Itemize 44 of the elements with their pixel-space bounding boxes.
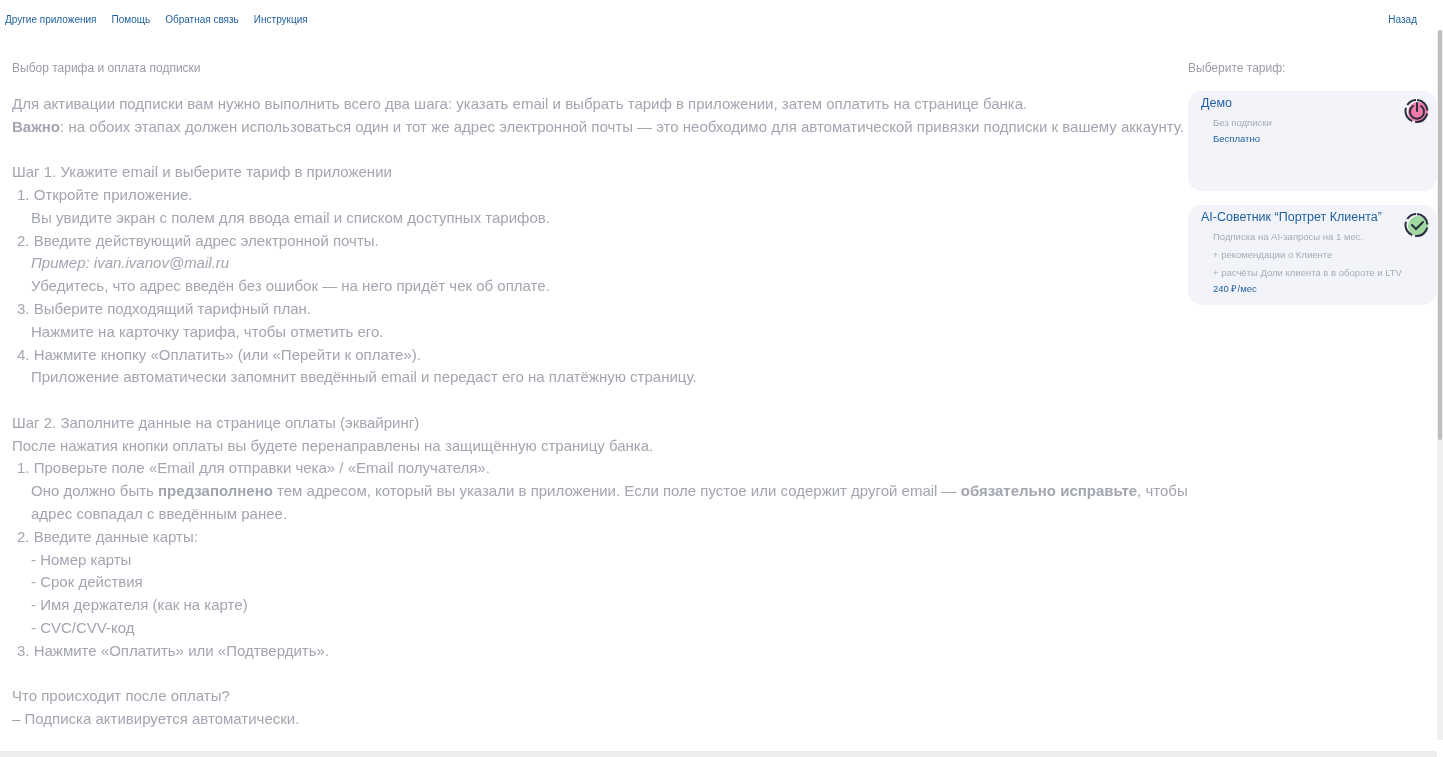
power-icon	[1403, 97, 1431, 125]
paragraph: – Подписка активируется автоматически.	[12, 708, 301, 729]
paragraph: - Срок действия	[30, 572, 144, 593]
list-item: 3. Нажмите «Оплатить» или «Подтвердить».	[16, 640, 331, 661]
paragraph: - CVC/CVV-код	[30, 617, 136, 638]
list-item: 1. Откройте приложение.	[16, 185, 194, 205]
tariff-name: Демо	[1201, 95, 1233, 111]
example-text: Пример: ivan.ivanov@mail.ru	[30, 253, 231, 274]
feature-text: + рекомендации о Клиенте	[1213, 249, 1334, 261]
nav-link[interactable]: Другие приложения	[5, 11, 97, 27]
tariff-subtitle: Подписка на AI-запросы на 1 мес.	[1212, 230, 1365, 243]
paragraph: - Номер карты	[30, 549, 133, 570]
tariff-card[interactable]: AI-Советник “Портрет Клиента” Подписка на AI-запросы на 1 мес. + рекомендации о Клиенте + расчёты Доли клиента в в обороте и LTV 240 ₽/мес	[1188, 205, 1437, 305]
back-link[interactable]: Назад	[1388, 11, 1417, 27]
paragraph: Шаг 2. Заполните данные на странице оплаты (эквайринг)	[12, 412, 421, 433]
tariff-card[interactable]: Демо Без подписки Бесплатно	[1188, 91, 1437, 191]
paragraph: После нажатия кнопки оплаты вы будете перенаправлены на защищённую страницу банка.	[12, 435, 655, 456]
nav-link[interactable]: Инструкция	[253, 11, 308, 27]
paragraph: Убедитесь, что адрес введён без ошибок — на него придёт чек об оплате.	[30, 276, 551, 297]
paragraph: Вы увидите экран с полем для ввода email и списком доступных тарифов.	[30, 207, 551, 228]
tariff-price: Бесплатно	[1212, 132, 1261, 145]
nav-link[interactable]: Помощь	[111, 11, 151, 27]
feature-text: + расчёты Доли клиента в в обороте и LTV	[1213, 267, 1403, 279]
paragraph: Оно должно быть предзаполнено тем адресом, который вы указали в приложении. Если поле пустое или содержит другой email — обязательно исправьте, чтобы адрес совпадал с введённым ранее.	[30, 481, 1188, 524]
check-icon	[1403, 211, 1431, 239]
vertical-scrollbar[interactable]	[1437, 30, 1443, 740]
list-item: 2. Введите действующий адрес электронной почты.	[16, 230, 380, 251]
tariff-subtitle: Без подписки	[1212, 116, 1273, 129]
list-item: 3. Выберите подходящий тарифный план.	[16, 298, 312, 319]
paragraph: - Имя держателя (как на карте)	[30, 595, 249, 616]
paragraph: Нажмите на карточку тарифа, чтобы отметить его.	[30, 321, 385, 342]
tariff-name: AI-Советник “Портрет Клиента”	[1201, 209, 1383, 225]
paragraph: Что происходит после оплаты?	[12, 686, 231, 707]
tariff-price: 240 ₽/мес	[1212, 282, 1258, 295]
page-title: Выбор тарифа и оплата подписки	[12, 60, 202, 77]
list-item: 4. Нажмите кнопку «Оплатить» (или «Перейти к оплате»).	[16, 344, 422, 365]
list-item: 2. Введите данные карты:	[16, 526, 199, 547]
nav-link[interactable]: Обратная связь	[165, 11, 239, 27]
paragraph: Приложение автоматически запомнит введённый email и передаст его на платёжную страницу.	[30, 367, 698, 388]
paragraph: Для активации подписки вам нужно выполнить всего два шага: указать email и выбрать тариф в приложении, затем оплатить на странице банка.	[12, 94, 1029, 114]
paragraph: Важно: на обоих этапах должен использоваться один и тот же адрес электронной почты — это необходимо для автоматической привязки подписки к вашему аккаунту.	[12, 116, 1185, 137]
section-title: Выберите тариф:	[1188, 60, 1287, 77]
list-item: 1. Проверьте поле «Email для отправки чека» / «Email получателя».	[16, 458, 491, 479]
paragraph: Шаг 1. Укажите email и выберите тариф в приложении	[12, 162, 393, 183]
